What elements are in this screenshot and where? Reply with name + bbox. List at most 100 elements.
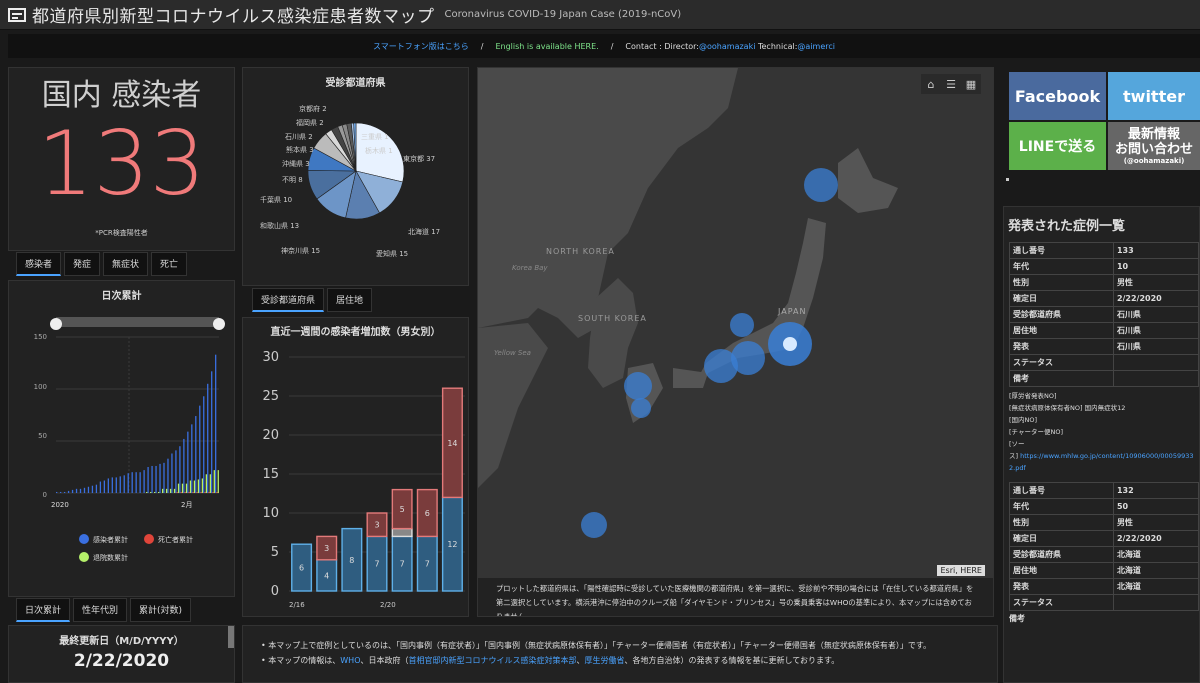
- tab-daily-cumulative[interactable]: 日次累計: [16, 598, 71, 622]
- daily-bar[interactable]: [171, 453, 173, 493]
- daily-bar[interactable]: [216, 491, 218, 493]
- daily-bar[interactable]: [151, 465, 153, 493]
- case-bubble-aichi[interactable]: [704, 349, 738, 383]
- daily-bar[interactable]: [180, 491, 182, 493]
- home-icon[interactable]: ⌂: [921, 74, 941, 94]
- daily-bar[interactable]: [157, 491, 160, 493]
- daily-bar[interactable]: [181, 483, 184, 493]
- daily-bar[interactable]: [205, 474, 207, 493]
- daily-bar[interactable]: [71, 489, 74, 493]
- daily-bar[interactable]: [201, 478, 204, 493]
- daily-bar[interactable]: [188, 491, 190, 493]
- daily-bar[interactable]: [195, 416, 197, 493]
- daily-bar[interactable]: [127, 473, 129, 493]
- daily-bar[interactable]: [154, 491, 156, 493]
- daily-bar[interactable]: [175, 450, 177, 493]
- daily-bar[interactable]: [135, 472, 137, 493]
- smartphone-link[interactable]: スマートフォン版はこちら: [373, 41, 469, 52]
- daily-bar[interactable]: [209, 474, 211, 493]
- daily-bar[interactable]: [187, 431, 189, 493]
- daily-bar[interactable]: [212, 491, 214, 493]
- daily-bar[interactable]: [176, 491, 178, 493]
- tab-log-cumulative[interactable]: 累計(対数): [130, 598, 192, 622]
- daily-bar[interactable]: [56, 491, 58, 493]
- daily-bar[interactable]: [79, 488, 82, 493]
- legend-icon[interactable]: ☰: [941, 74, 961, 94]
- daily-bar[interactable]: [139, 472, 141, 493]
- source-link-cont[interactable]: 2.pdf: [1009, 462, 1199, 474]
- daily-bar[interactable]: [200, 491, 202, 493]
- case-bubble-hokkaido[interactable]: [804, 168, 838, 202]
- daily-bar[interactable]: [67, 490, 70, 493]
- daily-bar[interactable]: [215, 354, 217, 493]
- daily-bar[interactable]: [217, 470, 219, 493]
- daily-bar[interactable]: [103, 480, 106, 493]
- who-link[interactable]: WHO: [340, 656, 360, 665]
- tab-asymptomatic[interactable]: 無症状: [103, 252, 149, 276]
- daily-bar[interactable]: [211, 371, 213, 493]
- daily-bar[interactable]: [87, 486, 90, 493]
- daily-bar[interactable]: [177, 483, 180, 493]
- daily-bar[interactable]: [119, 476, 121, 493]
- daily-bar[interactable]: [115, 477, 117, 493]
- daily-bar[interactable]: [169, 488, 172, 493]
- daily-bar[interactable]: [179, 446, 181, 493]
- daily-bar[interactable]: [197, 479, 200, 493]
- daily-bar[interactable]: [99, 481, 102, 493]
- daily-bar[interactable]: [191, 424, 193, 493]
- daily-bar[interactable]: [208, 491, 210, 493]
- tab-deaths[interactable]: 死亡: [151, 252, 188, 276]
- weekly-bar[interactable]: [391, 527, 413, 538]
- director-link[interactable]: @oohamazaki: [699, 42, 755, 51]
- twitter-button[interactable]: twitter: [1108, 72, 1200, 120]
- case-bubble-okinawa[interactable]: [581, 512, 607, 538]
- case-bubble-kyoto[interactable]: [631, 398, 651, 418]
- daily-bar[interactable]: [63, 491, 66, 493]
- case-bubble-ishikawa[interactable]: [730, 313, 754, 337]
- daily-bar[interactable]: [155, 465, 157, 493]
- daily-bar[interactable]: [213, 470, 215, 493]
- daily-bar[interactable]: [163, 462, 165, 493]
- daily-bar[interactable]: [59, 491, 62, 493]
- technical-link[interactable]: @aimerci: [797, 42, 835, 51]
- daily-bar[interactable]: [146, 491, 148, 493]
- daily-bar[interactable]: [131, 472, 133, 493]
- daily-bar[interactable]: [147, 467, 149, 493]
- map-canvas[interactable]: NORTH KOREA Korea Bay SOUTH KOREA Yellow…: [478, 68, 994, 617]
- daily-bar[interactable]: [183, 438, 185, 493]
- slider-handle-left[interactable]: [50, 318, 62, 330]
- mhlw-link[interactable]: 厚生労働省: [585, 656, 625, 665]
- line-button[interactable]: LINEで送る: [1009, 122, 1106, 170]
- daily-bar[interactable]: [185, 483, 188, 493]
- daily-bar[interactable]: [192, 491, 194, 493]
- daily-bar[interactable]: [91, 485, 94, 493]
- daily-bar[interactable]: [165, 488, 168, 493]
- daily-bar[interactable]: [167, 458, 169, 493]
- daily-bar[interactable]: [107, 478, 109, 493]
- daily-bar[interactable]: [196, 491, 198, 493]
- scrollbar[interactable]: [228, 626, 234, 648]
- daily-bar[interactable]: [161, 488, 164, 493]
- daily-bar[interactable]: [75, 488, 78, 493]
- tab-age-gender[interactable]: 性年代別: [73, 598, 128, 622]
- tab-onset[interactable]: 発症: [64, 252, 101, 276]
- time-slider-track[interactable]: [56, 317, 219, 327]
- daily-bar[interactable]: [123, 475, 125, 493]
- daily-bar[interactable]: [184, 491, 186, 493]
- tab-clinic-prefecture[interactable]: 受診都道府県: [252, 288, 325, 312]
- gov-link[interactable]: 首相官邸内新型コロナウイルス感染症対策本部: [409, 656, 577, 665]
- slider-handle-right[interactable]: [213, 318, 225, 330]
- daily-bar[interactable]: [207, 383, 209, 493]
- daily-bar[interactable]: [204, 491, 206, 493]
- daily-bar[interactable]: [189, 480, 192, 493]
- daily-bar[interactable]: [83, 487, 86, 493]
- facebook-button[interactable]: Facebook: [1009, 72, 1106, 120]
- tab-residence[interactable]: 居住地: [327, 288, 373, 312]
- daily-bar[interactable]: [159, 463, 161, 493]
- basemap-icon[interactable]: ▦: [961, 74, 981, 94]
- map-view[interactable]: NORTH KOREA Korea Bay SOUTH KOREA Yellow…: [477, 67, 994, 617]
- source-link[interactable]: https://www.mhlw.go.jp/content/10906000/…: [1020, 452, 1193, 460]
- daily-bar[interactable]: [193, 480, 196, 493]
- english-link[interactable]: English is available HERE.: [495, 42, 598, 51]
- daily-bar[interactable]: [199, 405, 201, 493]
